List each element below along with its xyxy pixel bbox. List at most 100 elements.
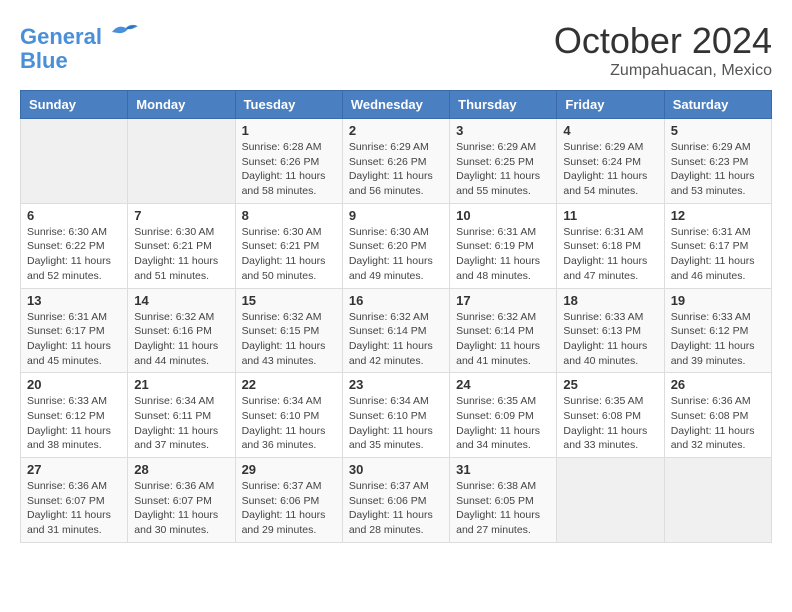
- logo-general: General: [20, 24, 102, 49]
- calendar-cell: [128, 119, 235, 204]
- calendar-cell: 20 Sunrise: 6:33 AM Sunset: 6:12 PM Dayli…: [21, 373, 128, 458]
- weekday-header: Tuesday: [235, 91, 342, 119]
- day-info: Sunrise: 6:31 AM Sunset: 6:17 PM Dayligh…: [27, 310, 121, 369]
- day-info: Sunrise: 6:29 AM Sunset: 6:25 PM Dayligh…: [456, 140, 550, 199]
- calendar-week-row: 27 Sunrise: 6:36 AM Sunset: 6:07 PM Dayli…: [21, 458, 772, 543]
- day-info: Sunrise: 6:32 AM Sunset: 6:14 PM Dayligh…: [349, 310, 443, 369]
- day-info: Sunrise: 6:33 AM Sunset: 6:12 PM Dayligh…: [671, 310, 765, 369]
- day-number: 14: [134, 293, 228, 308]
- day-info: Sunrise: 6:33 AM Sunset: 6:13 PM Dayligh…: [563, 310, 657, 369]
- weekday-header: Saturday: [664, 91, 771, 119]
- calendar-cell: 8 Sunrise: 6:30 AM Sunset: 6:21 PM Daylig…: [235, 203, 342, 288]
- day-number: 18: [563, 293, 657, 308]
- day-number: 7: [134, 208, 228, 223]
- day-info: Sunrise: 6:35 AM Sunset: 6:08 PM Dayligh…: [563, 394, 657, 453]
- day-number: 25: [563, 377, 657, 392]
- calendar-cell: 1 Sunrise: 6:28 AM Sunset: 6:26 PM Daylig…: [235, 119, 342, 204]
- weekday-header: Friday: [557, 91, 664, 119]
- day-number: 10: [456, 208, 550, 223]
- day-info: Sunrise: 6:37 AM Sunset: 6:06 PM Dayligh…: [349, 479, 443, 538]
- title-block: October 2024 Zumpahuacan, Mexico: [554, 20, 772, 80]
- day-number: 11: [563, 208, 657, 223]
- day-info: Sunrise: 6:28 AM Sunset: 6:26 PM Dayligh…: [242, 140, 336, 199]
- month-title: October 2024: [554, 20, 772, 62]
- calendar-cell: 12Sunrise: 6:31 AM Sunset: 6:17 PM Dayli…: [664, 203, 771, 288]
- logo-bird-icon: [110, 20, 140, 44]
- day-number: 3: [456, 123, 550, 138]
- day-info: Sunrise: 6:31 AM Sunset: 6:19 PM Dayligh…: [456, 225, 550, 284]
- day-number: 29: [242, 462, 336, 477]
- day-info: Sunrise: 6:29 AM Sunset: 6:23 PM Dayligh…: [671, 140, 765, 199]
- day-number: 4: [563, 123, 657, 138]
- calendar-cell: 18 Sunrise: 6:33 AM Sunset: 6:13 PM Dayli…: [557, 288, 664, 373]
- calendar-cell: 29 Sunrise: 6:37 AM Sunset: 6:06 PM Dayli…: [235, 458, 342, 543]
- calendar-week-row: 6Sunrise: 6:30 AM Sunset: 6:22 PM Daylig…: [21, 203, 772, 288]
- day-info: Sunrise: 6:36 AM Sunset: 6:08 PM Dayligh…: [671, 394, 765, 453]
- day-info: Sunrise: 6:32 AM Sunset: 6:15 PM Dayligh…: [242, 310, 336, 369]
- calendar-cell: 6Sunrise: 6:30 AM Sunset: 6:22 PM Daylig…: [21, 203, 128, 288]
- day-number: 6: [27, 208, 121, 223]
- day-info: Sunrise: 6:33 AM Sunset: 6:12 PM Dayligh…: [27, 394, 121, 453]
- logo-blue: Blue: [20, 48, 68, 73]
- calendar-cell: 26Sunrise: 6:36 AM Sunset: 6:08 PM Dayli…: [664, 373, 771, 458]
- day-number: 24: [456, 377, 550, 392]
- weekday-header-row: SundayMondayTuesdayWednesdayThursdayFrid…: [21, 91, 772, 119]
- calendar-cell: [21, 119, 128, 204]
- day-number: 28: [134, 462, 228, 477]
- day-info: Sunrise: 6:29 AM Sunset: 6:26 PM Dayligh…: [349, 140, 443, 199]
- calendar-cell: 9 Sunrise: 6:30 AM Sunset: 6:20 PM Daylig…: [342, 203, 449, 288]
- day-info: Sunrise: 6:30 AM Sunset: 6:21 PM Dayligh…: [242, 225, 336, 284]
- calendar-cell: 23 Sunrise: 6:34 AM Sunset: 6:10 PM Dayli…: [342, 373, 449, 458]
- day-number: 22: [242, 377, 336, 392]
- calendar-cell: 28 Sunrise: 6:36 AM Sunset: 6:07 PM Dayli…: [128, 458, 235, 543]
- calendar-cell: 27 Sunrise: 6:36 AM Sunset: 6:07 PM Dayli…: [21, 458, 128, 543]
- calendar-cell: 17 Sunrise: 6:32 AM Sunset: 6:14 PM Dayli…: [450, 288, 557, 373]
- day-info: Sunrise: 6:29 AM Sunset: 6:24 PM Dayligh…: [563, 140, 657, 199]
- day-info: Sunrise: 6:34 AM Sunset: 6:10 PM Dayligh…: [349, 394, 443, 453]
- calendar-table: SundayMondayTuesdayWednesdayThursdayFrid…: [20, 90, 772, 543]
- calendar-cell: 19Sunrise: 6:33 AM Sunset: 6:12 PM Dayli…: [664, 288, 771, 373]
- day-info: Sunrise: 6:36 AM Sunset: 6:07 PM Dayligh…: [134, 479, 228, 538]
- day-number: 27: [27, 462, 121, 477]
- day-number: 16: [349, 293, 443, 308]
- day-number: 23: [349, 377, 443, 392]
- weekday-header: Monday: [128, 91, 235, 119]
- day-number: 17: [456, 293, 550, 308]
- weekday-header: Wednesday: [342, 91, 449, 119]
- calendar-week-row: 13Sunrise: 6:31 AM Sunset: 6:17 PM Dayli…: [21, 288, 772, 373]
- calendar-cell: 13Sunrise: 6:31 AM Sunset: 6:17 PM Dayli…: [21, 288, 128, 373]
- calendar-cell: 15 Sunrise: 6:32 AM Sunset: 6:15 PM Dayli…: [235, 288, 342, 373]
- calendar-cell: 7 Sunrise: 6:30 AM Sunset: 6:21 PM Daylig…: [128, 203, 235, 288]
- day-info: Sunrise: 6:34 AM Sunset: 6:11 PM Dayligh…: [134, 394, 228, 453]
- day-info: Sunrise: 6:32 AM Sunset: 6:14 PM Dayligh…: [456, 310, 550, 369]
- day-info: Sunrise: 6:35 AM Sunset: 6:09 PM Dayligh…: [456, 394, 550, 453]
- day-info: Sunrise: 6:38 AM Sunset: 6:05 PM Dayligh…: [456, 479, 550, 538]
- calendar-week-row: 1 Sunrise: 6:28 AM Sunset: 6:26 PM Daylig…: [21, 119, 772, 204]
- calendar-week-row: 20 Sunrise: 6:33 AM Sunset: 6:12 PM Dayli…: [21, 373, 772, 458]
- day-info: Sunrise: 6:37 AM Sunset: 6:06 PM Dayligh…: [242, 479, 336, 538]
- calendar-cell: 21Sunrise: 6:34 AM Sunset: 6:11 PM Dayli…: [128, 373, 235, 458]
- calendar-cell: 11 Sunrise: 6:31 AM Sunset: 6:18 PM Dayli…: [557, 203, 664, 288]
- day-number: 20: [27, 377, 121, 392]
- day-number: 1: [242, 123, 336, 138]
- day-number: 5: [671, 123, 765, 138]
- day-info: Sunrise: 6:30 AM Sunset: 6:21 PM Dayligh…: [134, 225, 228, 284]
- calendar-cell: 24 Sunrise: 6:35 AM Sunset: 6:09 PM Dayli…: [450, 373, 557, 458]
- day-number: 9: [349, 208, 443, 223]
- weekday-header: Sunday: [21, 91, 128, 119]
- day-info: Sunrise: 6:31 AM Sunset: 6:18 PM Dayligh…: [563, 225, 657, 284]
- page-header: General Blue October 2024 Zumpahuacan, M…: [20, 20, 772, 80]
- calendar-cell: 4 Sunrise: 6:29 AM Sunset: 6:24 PM Daylig…: [557, 119, 664, 204]
- day-number: 30: [349, 462, 443, 477]
- calendar-cell: 22Sunrise: 6:34 AM Sunset: 6:10 PM Dayli…: [235, 373, 342, 458]
- day-info: Sunrise: 6:30 AM Sunset: 6:20 PM Dayligh…: [349, 225, 443, 284]
- day-number: 15: [242, 293, 336, 308]
- day-number: 8: [242, 208, 336, 223]
- day-info: Sunrise: 6:31 AM Sunset: 6:17 PM Dayligh…: [671, 225, 765, 284]
- calendar-cell: [664, 458, 771, 543]
- day-info: Sunrise: 6:32 AM Sunset: 6:16 PM Dayligh…: [134, 310, 228, 369]
- day-info: Sunrise: 6:36 AM Sunset: 6:07 PM Dayligh…: [27, 479, 121, 538]
- calendar-cell: [557, 458, 664, 543]
- calendar-cell: 31Sunrise: 6:38 AM Sunset: 6:05 PM Dayli…: [450, 458, 557, 543]
- calendar-cell: 10 Sunrise: 6:31 AM Sunset: 6:19 PM Dayli…: [450, 203, 557, 288]
